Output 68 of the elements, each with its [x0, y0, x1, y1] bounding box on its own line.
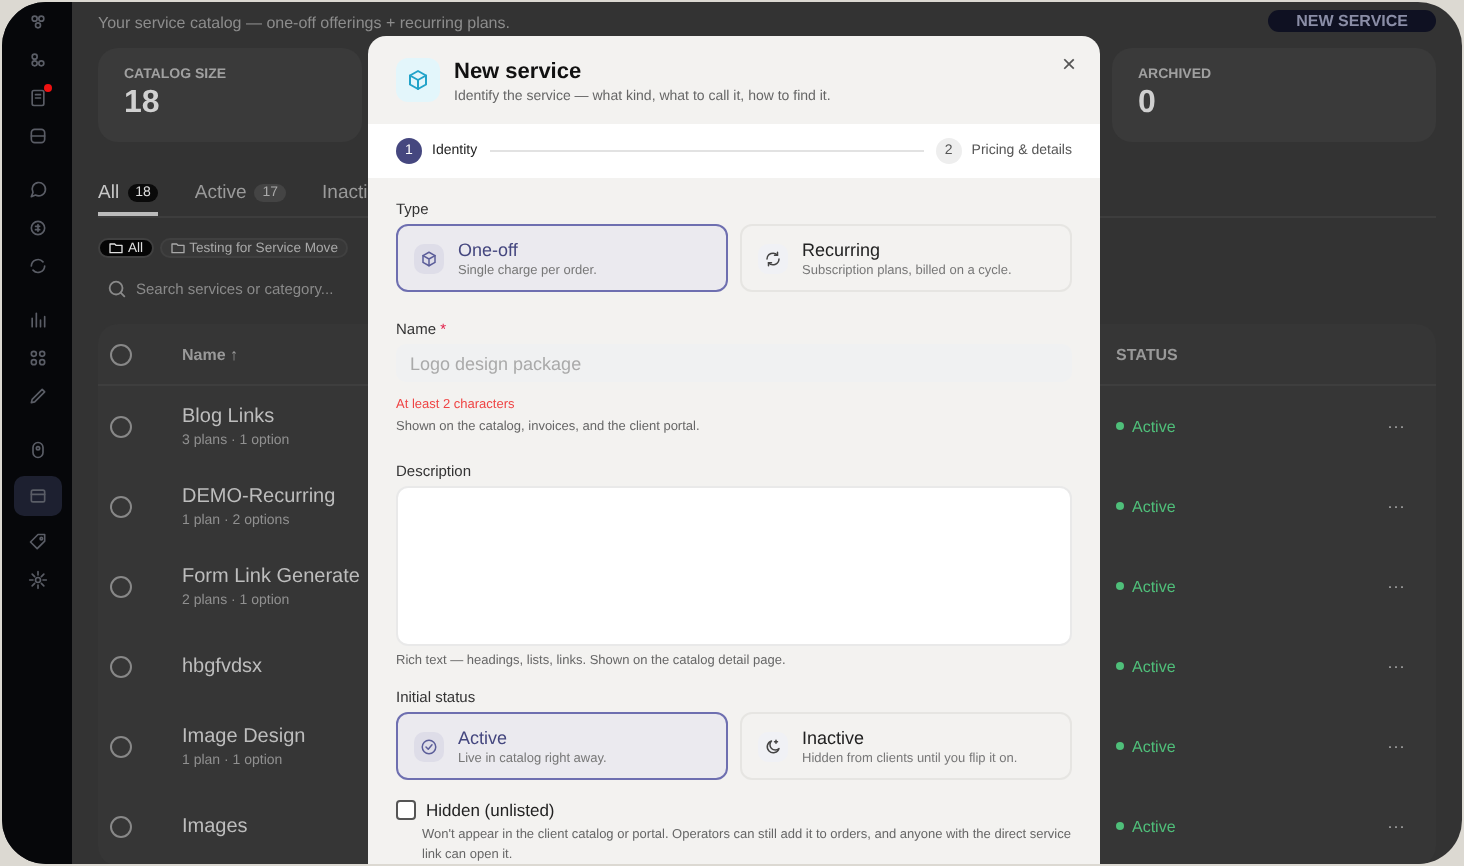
stat-value: 0	[1138, 86, 1158, 122]
sidebar-icon	[27, 310, 47, 330]
row-menu-button[interactable]: ···	[1376, 737, 1416, 755]
filter-tab[interactable]: Inacti	[322, 174, 368, 212]
service-name: Images	[182, 815, 248, 837]
sidebar-icon	[27, 50, 47, 70]
row-menu-button[interactable]: ···	[1376, 497, 1416, 515]
service-name: hbgfvdsx	[182, 655, 263, 677]
sidebar-icon	[27, 440, 47, 460]
cube-icon	[406, 68, 430, 92]
check-circle-icon	[420, 737, 438, 755]
stat-value: 18	[124, 86, 162, 122]
row-checkbox[interactable]	[110, 815, 132, 837]
option-title: Inactive	[802, 727, 867, 747]
sidebar-icon	[27, 386, 47, 406]
status-label: Active	[1132, 737, 1176, 755]
status-label: Active	[1132, 577, 1176, 595]
status-dot	[1116, 742, 1124, 750]
checkbox-label: Hidden (unlisted)	[426, 800, 555, 820]
status-label: Active	[1132, 417, 1176, 435]
option-title: Active	[458, 727, 510, 747]
row-menu-button[interactable]: ···	[1376, 577, 1416, 595]
select-all-checkbox[interactable]	[110, 343, 132, 365]
status-dot	[1116, 422, 1124, 430]
option-title: One-off	[458, 239, 520, 259]
folder-icon	[169, 240, 186, 256]
service-name: Blog Links	[182, 405, 275, 427]
close-button[interactable]: ×	[1057, 50, 1080, 78]
sidebar-icon	[27, 256, 47, 276]
sidebar-icon	[27, 486, 47, 506]
option-title: Recurring	[802, 239, 883, 259]
status-label: Active	[1132, 497, 1176, 515]
new-service-button[interactable]: NEW SERVICE	[1268, 10, 1436, 32]
refresh-icon	[764, 249, 782, 267]
status-label: Active	[1132, 817, 1176, 835]
hidden-checkbox[interactable]	[396, 800, 416, 820]
sidebar-icon	[27, 180, 47, 200]
row-checkbox[interactable]	[110, 575, 132, 597]
row-menu-button[interactable]: ···	[1376, 417, 1416, 435]
column-header: STATUS	[1114, 345, 1180, 363]
cube-icon	[420, 249, 438, 267]
row-checkbox[interactable]	[110, 415, 132, 437]
sidebar-icon	[27, 532, 47, 552]
service-name: Image Design	[182, 725, 306, 747]
folder-icon	[108, 240, 124, 256]
row-checkbox[interactable]	[110, 495, 132, 517]
row-checkbox[interactable]	[110, 735, 132, 757]
sidebar-icon	[27, 12, 47, 32]
status-dot	[1116, 582, 1124, 590]
row-menu-button[interactable]: ···	[1376, 817, 1416, 835]
dialog-title: New service	[454, 60, 584, 84]
status-label: Active	[1132, 657, 1176, 675]
status-dot	[1116, 662, 1124, 670]
page-subtitle: Your service catalog — one-off offerings + recurring plans.	[98, 14, 510, 34]
status-dot	[1116, 822, 1124, 830]
sidebar-icon	[27, 88, 47, 108]
service-name: Form Link Generate	[182, 565, 360, 587]
row-checkbox[interactable]	[110, 655, 132, 677]
sidebar-icon	[27, 126, 47, 146]
sidebar-icon	[27, 348, 47, 368]
sidebar-icon	[27, 218, 47, 238]
moon-icon	[764, 737, 782, 755]
sidebar-icon	[27, 570, 47, 590]
status-dot	[1116, 502, 1124, 510]
row-menu-button[interactable]: ···	[1376, 657, 1416, 675]
service-name: DEMO-Recurring	[182, 485, 336, 507]
sidebar-item[interactable]	[13, 476, 61, 516]
search-icon	[106, 278, 128, 300]
